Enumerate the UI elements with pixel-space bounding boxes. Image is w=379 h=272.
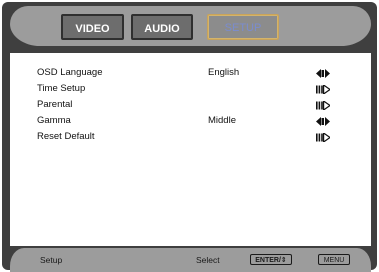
menu-item-label: Gamma [37, 115, 71, 126]
menu-item-label: Time Setup [37, 83, 86, 94]
menu-item-label: Reset Default [37, 131, 95, 142]
menu-item-gamma[interactable]: Gamma Middle [37, 114, 347, 128]
tab-setup[interactable]: SETUP [207, 14, 279, 40]
enter-navigate-key: ENTER/⇕ [250, 254, 292, 265]
menu-item-osd-language[interactable]: OSD Language English [37, 66, 347, 80]
enter-arrow-icon [316, 85, 330, 94]
menu-item-label: OSD Language [37, 67, 103, 78]
left-right-arrows-icon [316, 117, 330, 126]
tab-audio[interactable]: AUDIO [131, 14, 193, 40]
menu-item-value: Middle [208, 115, 236, 126]
footer-bar: Setup Select ENTER/⇕ MENU [10, 248, 371, 272]
menu-item-parental[interactable]: Parental [37, 98, 347, 112]
menu-item-value: English [208, 67, 240, 78]
left-right-arrows-icon [316, 69, 330, 78]
footer-select-label: Select [196, 255, 220, 265]
menu-item-label: Parental [37, 99, 73, 110]
osd-frame: VIDEO AUDIO SETUP OSD Language English T… [2, 2, 377, 272]
enter-arrow-icon [316, 133, 330, 142]
menu-key: MENU [318, 254, 350, 265]
menu-item-reset-default[interactable]: Reset Default [37, 130, 347, 144]
tab-bar: VIDEO AUDIO SETUP [10, 6, 371, 46]
enter-arrow-icon [316, 101, 330, 110]
menu-item-time-setup[interactable]: Time Setup [37, 82, 347, 96]
footer-section-label: Setup [40, 255, 63, 265]
tab-video[interactable]: VIDEO [61, 14, 124, 40]
